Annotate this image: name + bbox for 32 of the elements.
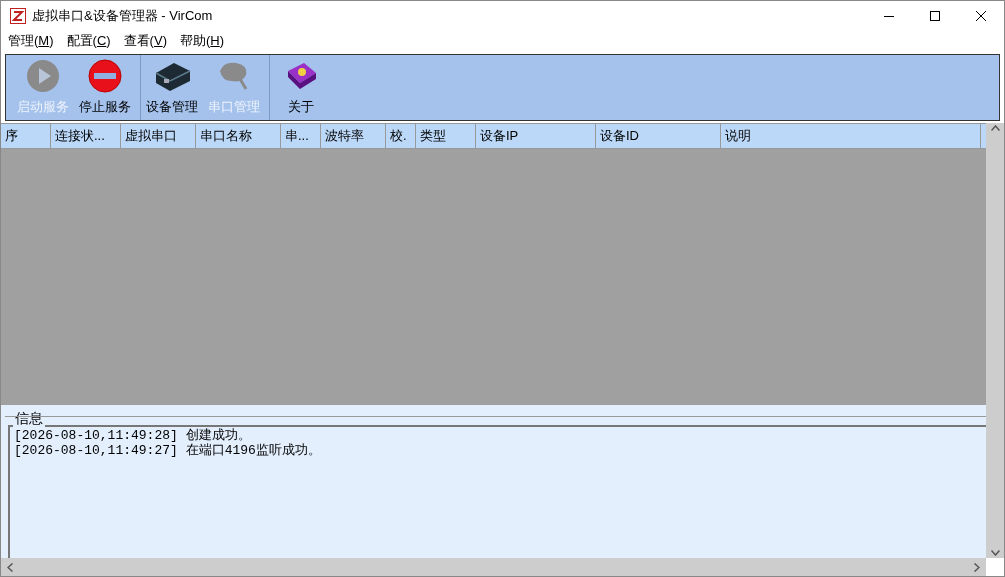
log-line: [2026-08-10,11:49:28] 创建成功。 [14,428,252,443]
column-header[interactable]: 说明 [721,124,981,148]
scroll-left-icon[interactable] [7,562,13,572]
menu-item[interactable]: 配置(C) [66,31,111,51]
column-header[interactable]: 序 [1,124,51,148]
scroll-up-icon[interactable] [990,125,1000,131]
log-line: [2026-08-10,11:49:27] 在端口4196监听成功。 [14,443,322,458]
column-header[interactable]: 串... [281,124,321,148]
column-header[interactable]: 波特率 [321,124,386,148]
column-header[interactable]: 连接状... [51,124,121,148]
close-icon [976,11,986,21]
app-logo-icon [10,8,26,24]
window-title: 虚拟串口&设备管理器 - VirCom [32,7,213,26]
toolbar-button[interactable]: 设备管理 [141,55,203,120]
menu-item[interactable]: 查看(V) [123,31,167,51]
column-header[interactable]: 校. [386,124,416,148]
column-header[interactable]: 设备ID [596,124,721,148]
scroll-down-icon[interactable] [990,550,1000,556]
menu-item[interactable]: 帮助(H) [179,31,225,51]
horizontal-scrollbar[interactable] [1,558,986,576]
toolbar-button[interactable]: 关于 [270,55,332,120]
column-header[interactable]: 设备IP [476,124,596,148]
toolbar-button[interactable]: 停止服务 [74,55,136,120]
column-header[interactable]: 虚拟串口 [121,124,196,148]
play-icon [26,58,60,93]
menu-item[interactable]: 管理(M) [8,31,54,51]
maximize-icon [930,11,940,21]
scroll-right-icon[interactable] [974,562,980,572]
column-header[interactable]: 类型 [416,124,476,148]
stop-icon [88,58,122,93]
vertical-scrollbar[interactable] [986,123,1004,558]
column-header[interactable]: 串口名称 [196,124,281,148]
